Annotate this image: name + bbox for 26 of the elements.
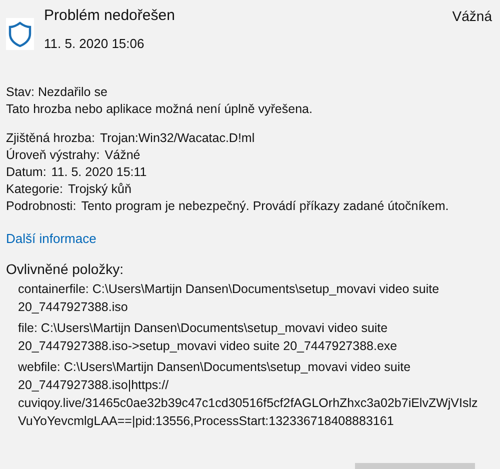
detail-label: Datum: bbox=[6, 165, 46, 179]
detail-value: Trojský kůň bbox=[68, 182, 132, 196]
more-info-link[interactable]: Další informace bbox=[6, 231, 96, 246]
detail-label: Zjištěná hrozba: bbox=[6, 131, 95, 145]
affected-item-text: 20_7447927388.iso->setup_movavi video suite 20_7447927388.exe bbox=[18, 338, 398, 355]
shield-icon bbox=[6, 18, 34, 50]
status-text: Stav: Nezdařilo se bbox=[6, 84, 108, 101]
affected-item-text: webfile: C:\Users\Martijn Dansen\Documents\setup_movavi video suite bbox=[18, 359, 412, 376]
detail-value: 11. 5. 2020 15:11 bbox=[51, 165, 147, 179]
detail-label: Podrobnosti: bbox=[6, 199, 76, 213]
affected-heading: Ovlivněné položky: bbox=[6, 260, 125, 278]
detail-label: Kategorie: bbox=[6, 182, 63, 196]
detail-value: Trojan:Win32/Wacatac.D!ml bbox=[100, 131, 255, 145]
alert-title: Problém nedořešen bbox=[44, 6, 176, 26]
affected-item-text: containerfile: C:\Users\Martijn Dansen\Documents\setup_movavi video suite bbox=[18, 281, 440, 298]
status-note: Tato hrozba nebo aplikace možná není úplně vyřešena. bbox=[6, 101, 314, 118]
severity-label: Vážná bbox=[452, 7, 492, 26]
affected-item-text: file: C:\Users\Martijn Dansen\Documents\setup_movavi video suite bbox=[18, 320, 389, 337]
detail-label: Úroveň výstrahy: bbox=[6, 148, 100, 162]
affected-item-text: cuviqoy.live/31465c0ae32b39c47c1cd30516f5cf2fAGLOrhZhxc3a02b7iElvZWjVIslz bbox=[18, 395, 479, 412]
detail-value: Vážné bbox=[104, 148, 140, 162]
detail-value: Tento program je nebezpečný. Provádí příkazy zadané útočníkem. bbox=[81, 199, 449, 213]
alert-date: 11. 5. 2020 15:06 bbox=[44, 36, 146, 51]
affected-item-text: 20_7447927388.iso|https:// bbox=[18, 377, 170, 394]
affected-item-text: 20_7447927388.iso bbox=[18, 299, 129, 316]
affected-item-text: VuYoYevcmlgLAA==|pid:13556,ProcessStart:132336718408883161 bbox=[18, 413, 395, 430]
